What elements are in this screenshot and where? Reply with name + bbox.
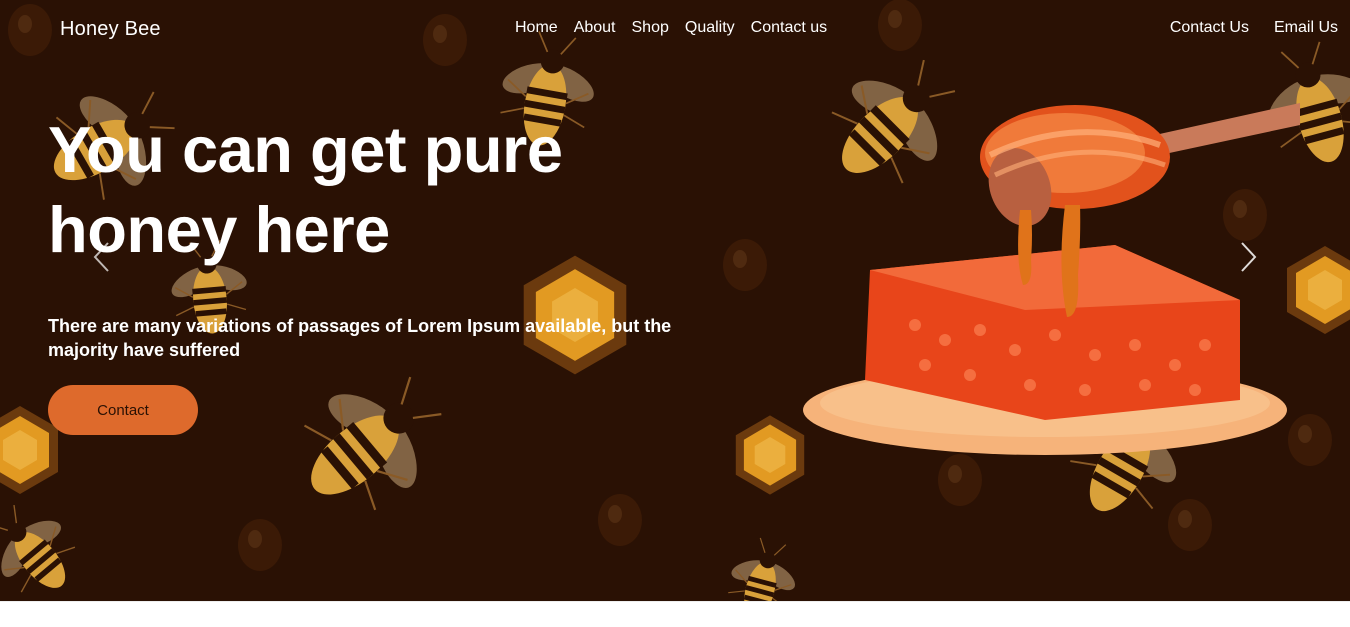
hero-headline: You can get pure honey here [48, 110, 668, 270]
nav-link-quality[interactable]: Quality [685, 19, 735, 37]
main-nav-links: Home About Shop Quality Contact us [515, 19, 827, 37]
page-bottom-strip [0, 601, 1350, 627]
nav-link-home[interactable]: Home [515, 19, 558, 37]
hero-headline-line1: You can get pure [48, 113, 563, 186]
nav-right-links: Contact Us Email Us [1170, 19, 1338, 37]
nav-link-contact[interactable]: Contact us [751, 19, 827, 37]
top-navbar: Honey Bee Home About Shop Quality Contac… [0, 0, 1350, 60]
chevron-left-icon[interactable] [90, 240, 114, 274]
honeycomb-dipper-image [803, 103, 1300, 455]
hero-section: Honey Bee Home About Shop Quality Contac… [0, 0, 1350, 601]
nav-link-about[interactable]: About [574, 19, 616, 37]
nav-link-shop[interactable]: Shop [632, 19, 669, 37]
brand-logo[interactable]: Honey Bee [60, 18, 161, 41]
nav-link-email-us[interactable]: Email Us [1274, 19, 1338, 37]
nav-link-contact-us[interactable]: Contact Us [1170, 19, 1249, 37]
hero-subtext: There are many variations of passages of… [48, 316, 672, 360]
contact-button[interactable]: Contact [48, 385, 198, 435]
